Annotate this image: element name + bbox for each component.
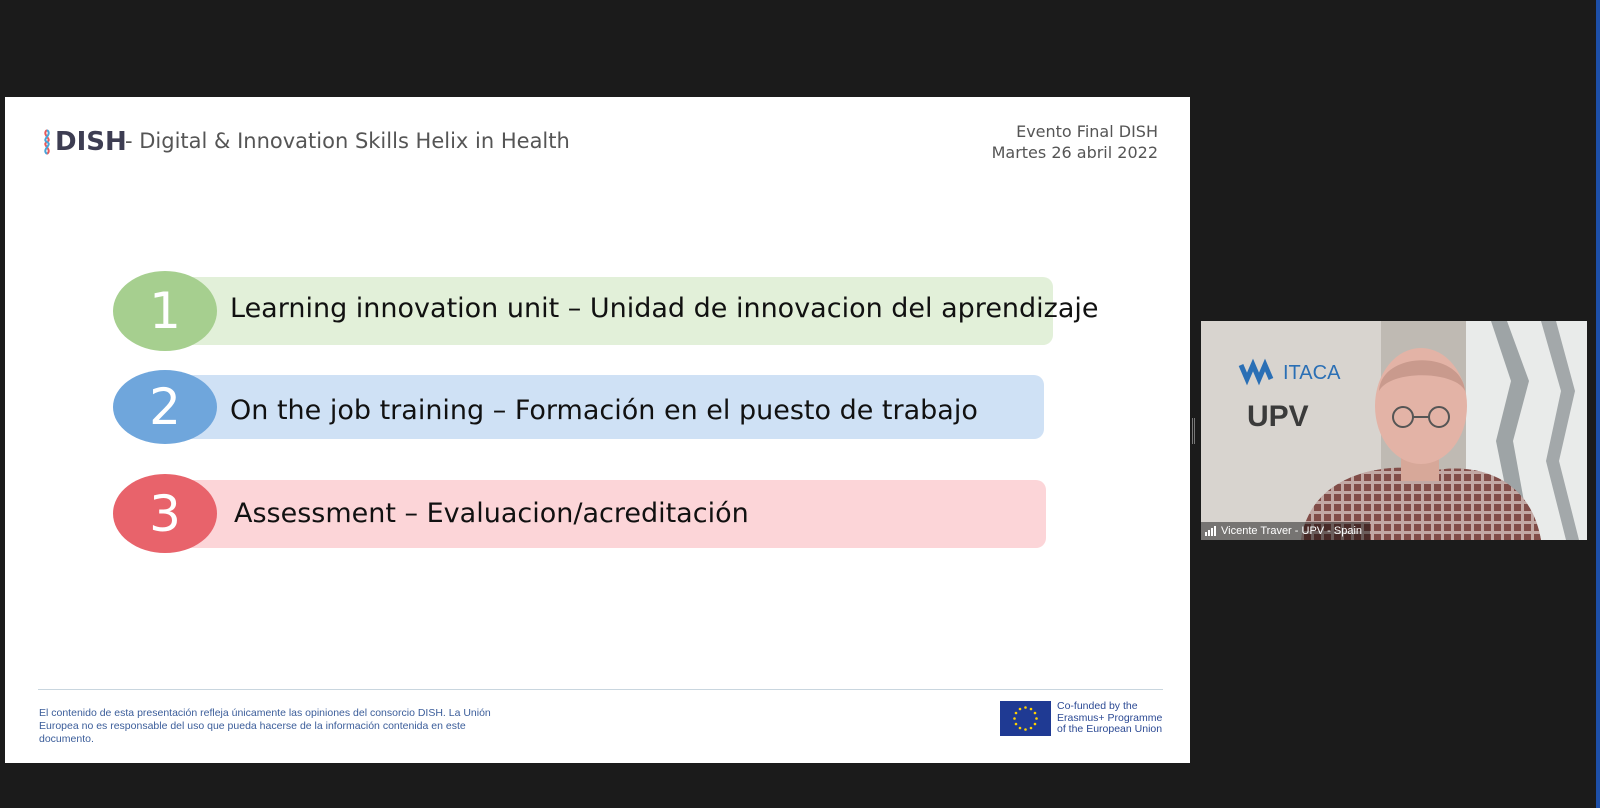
video-frame: ITACA UPV [1201, 321, 1587, 540]
dish-logo: DISH [41, 127, 127, 157]
upv-text: UPV [1247, 400, 1309, 433]
logo-text: DISH [55, 127, 127, 157]
item-number-circle: 2 [113, 370, 217, 444]
slide-subtitle: - Digital & Innovation Skills Helix in H… [125, 129, 570, 153]
footer-divider [38, 689, 1163, 690]
participant-video-tile[interactable]: ITACA UPV Vicente Traver - UPV - Spain [1201, 321, 1587, 540]
helix-icon [44, 129, 50, 155]
participant-name-label: Vicente Traver - UPV - Spain [1201, 522, 1371, 540]
item-number-circle: 3 [113, 474, 217, 553]
item-label: Assessment – Evaluacion/acreditación [234, 498, 749, 529]
event-info: Evento Final DISH Martes 26 abril 2022 [992, 121, 1158, 163]
item-number: 2 [149, 378, 181, 436]
itaca-text: ITACA [1283, 362, 1341, 384]
item-label: On the job training – Formación en el pu… [230, 395, 978, 426]
item-label: Learning innovation unit – Unidad de inn… [230, 293, 1099, 324]
event-title: Evento Final DISH [1016, 122, 1158, 141]
window-edge [1596, 0, 1600, 808]
eu-cofunded-badge: Co-funded by the Erasmus+ Programme of t… [1000, 701, 1162, 736]
event-date: Martes 26 abril 2022 [991, 143, 1158, 162]
item-number: 1 [149, 282, 181, 340]
panel-resize-handle[interactable] [1192, 418, 1196, 444]
item-number-circle: 1 [113, 271, 217, 351]
signal-strength-icon [1205, 526, 1216, 536]
eu-line-3: of the European Union [1057, 723, 1163, 736]
disclaimer-text: El contenido de esta presentación reflej… [39, 707, 491, 745]
participant-name: Vicente Traver - UPV - Spain [1221, 525, 1363, 537]
shared-slide: DISH - Digital & Innovation Skills Helix… [5, 97, 1190, 763]
eu-text: Co-funded by the Erasmus+ Programme of t… [1057, 701, 1162, 736]
item-number: 3 [149, 484, 181, 543]
eu-flag-icon [1000, 701, 1051, 736]
